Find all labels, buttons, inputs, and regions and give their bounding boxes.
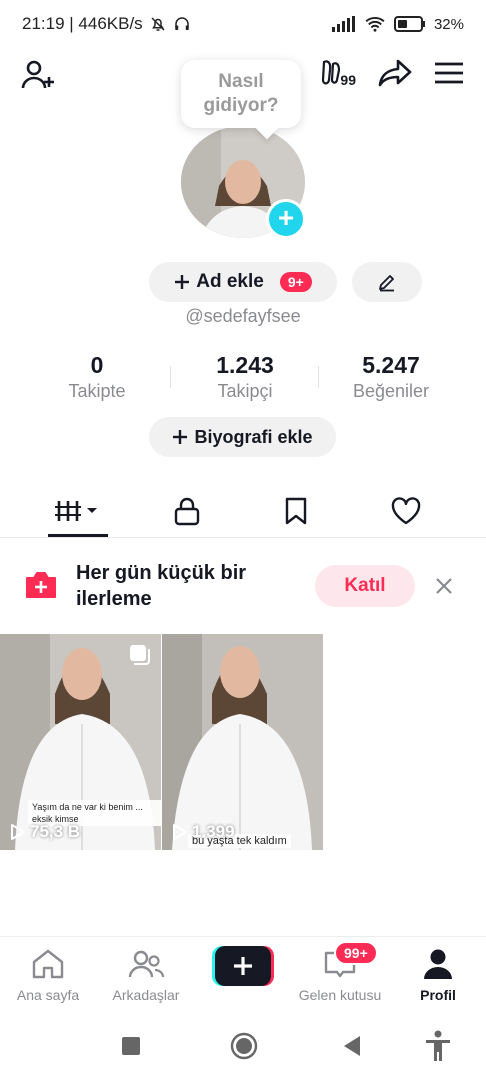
add-bio-button[interactable]: Biyografi ekle bbox=[149, 417, 336, 457]
edit-profile-button[interactable] bbox=[352, 262, 422, 302]
home-circle-icon[interactable] bbox=[230, 1032, 258, 1060]
stat-likes-label: Beğeniler bbox=[352, 381, 430, 401]
mute-bell-icon bbox=[151, 17, 165, 31]
video-views-count: 75,3 B bbox=[30, 822, 81, 841]
profile-views-button[interactable]: 99 bbox=[320, 58, 356, 88]
bottom-navigation: Ana sayfa Arkadaşlar Gelen kutusu 99+ Pr… bbox=[0, 936, 486, 1008]
tab-private[interactable] bbox=[127, 484, 247, 538]
accessibility-icon[interactable] bbox=[424, 1030, 452, 1062]
play-icon bbox=[11, 824, 25, 840]
add-name-button[interactable]: Ad ekle 9+ bbox=[149, 262, 337, 302]
stat-divider bbox=[318, 366, 319, 388]
tab-videos[interactable] bbox=[18, 484, 138, 538]
nav-profile-label: Profil bbox=[420, 987, 456, 1003]
status-time: 21:19 | 446KB/s bbox=[22, 14, 143, 33]
back-triangle-icon[interactable] bbox=[342, 1035, 362, 1057]
stat-following-value: 0 bbox=[90, 352, 104, 378]
promo-text: Her gün küçük bir ilerleme bbox=[76, 562, 247, 610]
profile-tabs bbox=[0, 484, 486, 538]
tab-saved[interactable] bbox=[236, 484, 356, 538]
nav-home[interactable]: Ana sayfa bbox=[0, 947, 96, 1003]
stat-followers[interactable]: 1.243 Takipçi bbox=[195, 352, 295, 402]
video-thumbnail[interactable]: Yaşım da ne var ki benim ... eksik kimse… bbox=[0, 634, 161, 850]
stat-followers-label: Takipçi bbox=[217, 381, 273, 401]
nav-friends[interactable]: Arkadaşlar bbox=[98, 947, 194, 1003]
add-name-label: Ad ekle bbox=[196, 271, 264, 292]
stat-divider bbox=[170, 366, 171, 388]
share-icon[interactable] bbox=[378, 58, 412, 88]
add-name-badge: 9+ bbox=[279, 272, 312, 292]
video-views: 1.399 bbox=[172, 822, 235, 842]
videos-grid-icon bbox=[55, 501, 97, 521]
add-bio-label: Biyografi ekle bbox=[194, 426, 313, 447]
plus-icon bbox=[175, 275, 190, 289]
username: @sedefayfsee bbox=[185, 306, 301, 326]
friends-icon bbox=[128, 950, 164, 978]
headphones-icon bbox=[174, 17, 189, 30]
add-friend-icon[interactable] bbox=[20, 58, 56, 94]
play-icon bbox=[173, 824, 187, 840]
close-icon[interactable] bbox=[432, 574, 456, 598]
nav-home-label: Ana sayfa bbox=[16, 987, 80, 1003]
promo-banner: Her gün küçük bir ilerleme Katıl bbox=[0, 548, 486, 626]
multi-photo-icon bbox=[130, 645, 150, 665]
stat-likes-value: 5.247 bbox=[362, 352, 420, 378]
video-views-count: 1.399 bbox=[192, 822, 235, 841]
video-thumbnail-image bbox=[162, 634, 323, 850]
bubble-line-1: Nasıl bbox=[218, 71, 264, 92]
greeting-bubble[interactable]: Nasıl gidiyor? bbox=[181, 60, 301, 128]
nav-inbox-label: Gelen kutusu bbox=[298, 987, 382, 1003]
bookmark-icon bbox=[285, 497, 307, 525]
battery-percent: 32% bbox=[433, 15, 464, 33]
battery-icon bbox=[393, 16, 425, 32]
create-button[interactable] bbox=[212, 946, 274, 986]
recent-apps-icon[interactable] bbox=[121, 1036, 141, 1056]
video-grid: Yaşım da ne var ki benim ... eksik kimse… bbox=[0, 634, 486, 850]
home-icon bbox=[32, 949, 64, 979]
system-navigation-bar bbox=[0, 1012, 486, 1080]
profile-icon bbox=[424, 949, 452, 979]
status-bar: 21:19 | 446KB/s 32% bbox=[0, 0, 486, 48]
camera-plus-icon bbox=[26, 572, 56, 598]
join-button[interactable]: Katıl bbox=[315, 565, 415, 607]
profile-stats: 0 Takipte 1.243 Takipçi 5.247 Beğeniler bbox=[0, 352, 486, 412]
video-views: 75,3 B bbox=[10, 822, 80, 842]
stat-likes[interactable]: 5.247 Beğeniler bbox=[336, 352, 446, 402]
stat-followers-value: 1.243 bbox=[216, 352, 274, 378]
stat-following-label: Takipte bbox=[68, 381, 126, 401]
lock-icon bbox=[174, 497, 200, 526]
nav-profile[interactable]: Profil bbox=[390, 947, 486, 1003]
video-thumbnail[interactable]: bu yaşta tek kaldım 1.399 bbox=[162, 634, 323, 850]
footprint-icon bbox=[322, 60, 341, 85]
bubble-line-2: gidiyor? bbox=[203, 95, 279, 116]
plus-icon bbox=[173, 430, 188, 444]
menu-icon[interactable] bbox=[434, 61, 464, 85]
profile-views-count: 99 bbox=[340, 72, 356, 88]
pencil-icon bbox=[379, 275, 394, 292]
wifi-icon bbox=[365, 17, 385, 32]
stat-following[interactable]: 0 Takipte bbox=[47, 352, 147, 402]
nav-friends-label: Arkadaşlar bbox=[112, 987, 180, 1003]
inbox-badge: 99+ bbox=[334, 941, 378, 965]
add-avatar-plus-icon[interactable]: + bbox=[266, 199, 306, 239]
create-plus-icon bbox=[212, 946, 274, 986]
tab-liked[interactable] bbox=[346, 484, 466, 538]
signal-icon bbox=[331, 16, 355, 32]
heart-icon bbox=[391, 497, 421, 525]
active-tab-indicator bbox=[48, 534, 108, 537]
